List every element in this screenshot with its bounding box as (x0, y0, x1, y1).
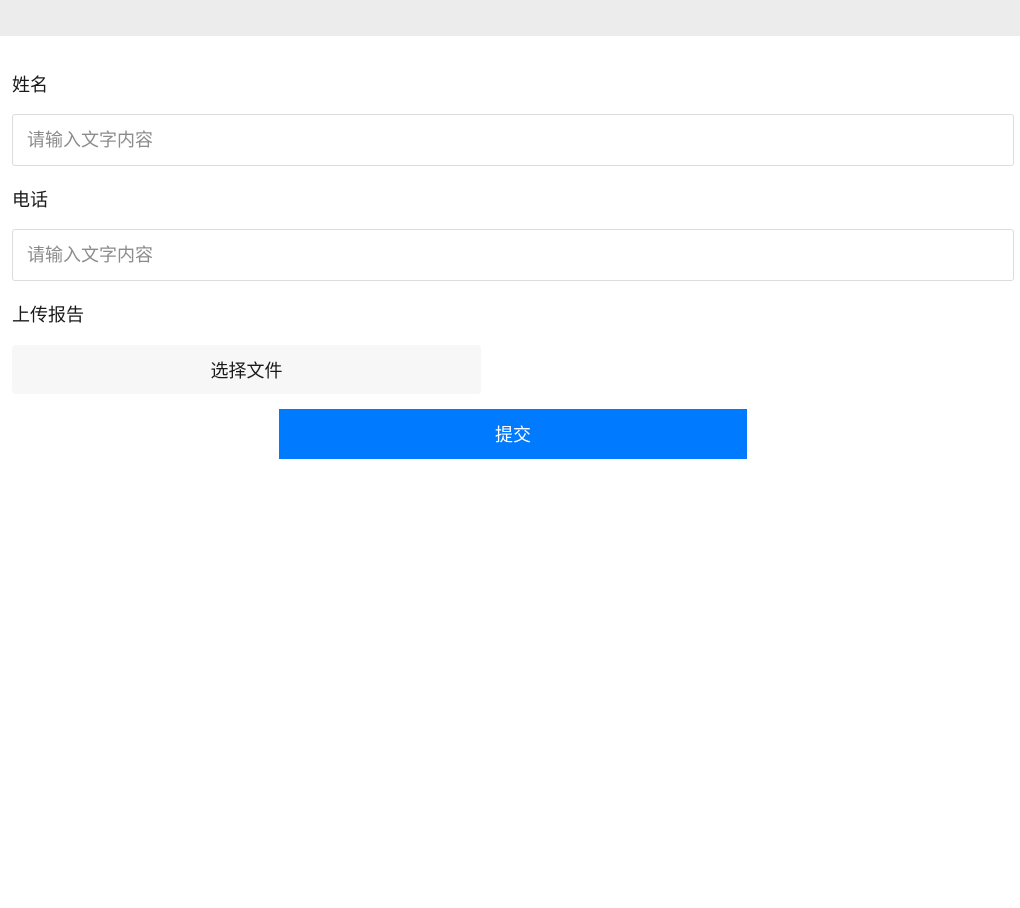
upload-report-label: 上传报告 (12, 305, 84, 326)
submit-button[interactable]: 提交 (279, 409, 747, 459)
choose-file-label: 选择文件 (210, 360, 283, 382)
top-bar (0, 0, 1020, 36)
phone-label: 电话 (12, 190, 48, 211)
choose-file-button[interactable]: 选择文件 (12, 345, 481, 394)
submit-label: 提交 (495, 425, 531, 446)
phone-input[interactable] (12, 229, 1014, 281)
name-label: 姓名 (12, 75, 48, 96)
name-input[interactable] (12, 114, 1014, 166)
